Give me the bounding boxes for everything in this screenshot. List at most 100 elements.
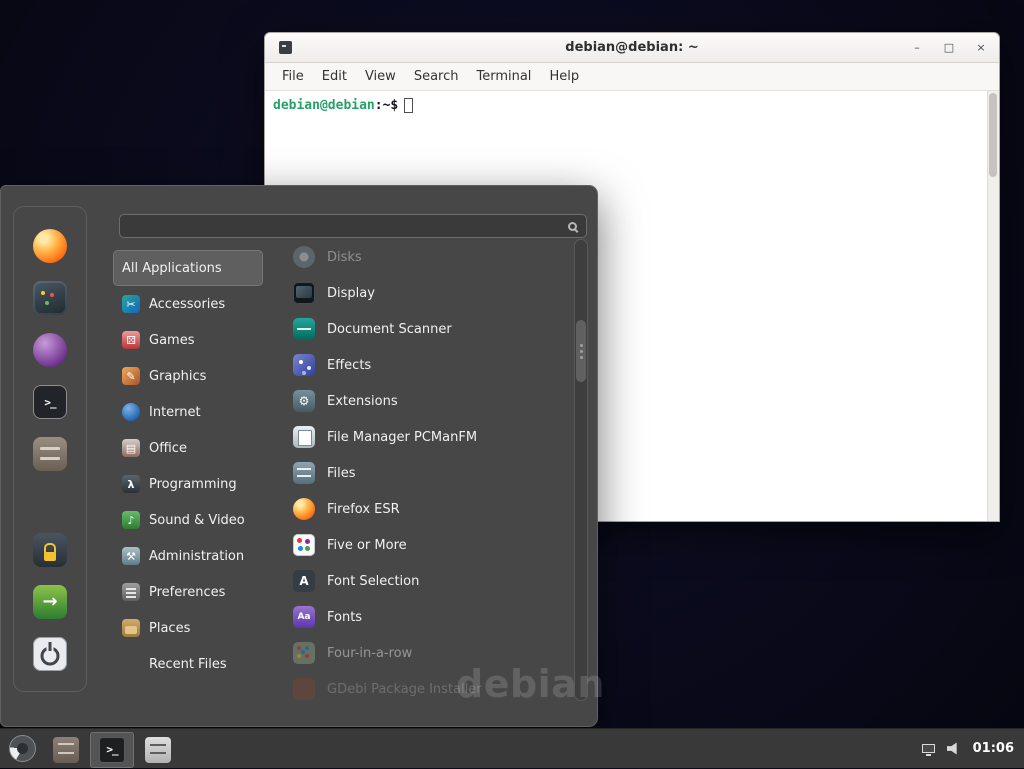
fonts-icon: Aa [293,606,315,628]
menu-search-box[interactable] [119,214,587,238]
prompt-path: :~$ [375,98,398,113]
category-item[interactable]: ▤ Office [113,430,263,466]
terminal-scrollbar[interactable] [987,91,999,521]
favorite-app[interactable] [27,275,73,321]
font-selection-icon: A [293,570,315,592]
application-menu: >_ → All Applications ✂ [0,185,598,727]
firefox-icon [293,498,315,520]
category-label: Programming [149,477,237,492]
menu-button[interactable] [0,729,44,769]
terminal-icon: >_ [33,385,67,419]
volume-icon[interactable] [947,742,961,755]
category-label: Internet [149,405,201,420]
application-item[interactable]: Disks [285,239,569,275]
graphics-icon: ✎ [122,367,140,385]
menu-logo-icon [9,735,36,762]
session-button[interactable] [27,631,73,677]
favorite-app[interactable]: >_ [27,379,73,425]
system-tray: 01:06 [922,741,1024,756]
files-launcher-icon [145,737,171,763]
terminal-titlebar[interactable]: debian@debian: ~ –□× [265,33,999,63]
taskbar-launchers: >_ [44,729,180,768]
preferences-icon [122,583,140,601]
application-item[interactable]: File Manager PCManFM [285,419,569,455]
application-item[interactable]: Five or More [285,527,569,563]
favorite-app[interactable] [27,431,73,477]
category-item[interactable]: Recent Files [113,646,263,682]
taskbar-launcher[interactable] [136,732,180,768]
accessories-icon: ✂ [122,295,140,313]
category-item[interactable]: Places [113,610,263,646]
five-or-more-icon [293,534,315,556]
category-list: All Applications ✂ Accessories ⚄ Games ✎… [113,250,263,682]
document-scanner-icon [293,318,315,340]
terminal-menu-item[interactable]: Search [405,65,468,88]
category-item[interactable]: ✎ Graphics [113,358,263,394]
clock[interactable]: 01:06 [973,741,1014,756]
category-label: Administration [149,549,244,564]
maximize-button[interactable]: □ [941,41,957,54]
category-item[interactable]: ♪ Sound & Video [113,502,263,538]
application-item[interactable]: Files [285,455,569,491]
category-item[interactable]: ⚒ Administration [113,538,263,574]
display-icon [293,282,315,304]
terminal-menu-item[interactable]: View [356,65,405,88]
session-button[interactable]: → [27,579,73,625]
application-label: Five or More [327,538,407,553]
pcmanfm-icon [293,426,315,448]
application-item[interactable]: Firefox ESR [285,491,569,527]
category-item[interactable]: ⚄ Games [113,322,263,358]
favorite-app[interactable] [27,223,73,269]
category-item[interactable]: Internet [113,394,263,430]
category-item[interactable]: All Applications [113,250,263,286]
category-label: Games [149,333,194,348]
files-icon [293,462,315,484]
terminal-menubar: FileEditViewSearchTerminalHelp [265,63,999,91]
logout-icon: → [33,585,67,619]
category-label: All Applications [122,261,222,276]
favorites-list: >_ [27,223,73,483]
application-label: File Manager PCManFM [327,430,477,445]
photos-icon [33,281,67,315]
application-label: Firefox ESR [327,502,400,517]
close-button[interactable]: × [973,41,989,54]
session-buttons: → [27,521,73,677]
terminal-menu-item[interactable]: Edit [313,65,356,88]
application-item[interactable]: Document Scanner [285,311,569,347]
application-item[interactable]: Effects [285,347,569,383]
application-label: Display [327,286,375,301]
sound-video-icon: ♪ [122,511,140,529]
network-icon[interactable] [922,744,935,753]
category-item[interactable]: λ Programming [113,466,263,502]
taskbar-launcher[interactable] [44,732,88,768]
terminal-menu-item[interactable]: File [273,65,313,88]
menu-scrollbar-handle[interactable] [576,320,586,382]
application-label: Fonts [327,610,362,625]
application-item[interactable]: A Font Selection [285,563,569,599]
minimize-button[interactable]: – [909,41,925,54]
terminal-menu-item[interactable]: Help [540,65,588,88]
category-label: Recent Files [149,657,227,672]
terminal-launcher-icon: >_ [99,737,125,763]
category-item[interactable]: ✂ Accessories [113,286,263,322]
application-item[interactable]: ⚙ Extensions [285,383,569,419]
category-label: Places [149,621,190,636]
application-label: Disks [327,250,362,265]
category-item[interactable]: Preferences [113,574,263,610]
menu-scrollbar[interactable] [574,239,588,701]
office-icon: ▤ [122,439,140,457]
application-item[interactable]: Aa Fonts [285,599,569,635]
terminal-scrollbar-handle[interactable] [989,93,997,177]
effects-icon [293,354,315,376]
terminal-menu-item[interactable]: Terminal [467,65,540,88]
disks-icon [293,246,315,268]
terminal-window-icon [279,41,292,54]
search-input[interactable] [129,215,568,237]
prompt-user: debian@debian [273,98,375,113]
search-icon [568,222,577,231]
application-item[interactable]: Display [285,275,569,311]
favorite-app[interactable] [27,327,73,373]
session-button[interactable] [27,527,73,573]
lock-screen-icon [33,533,67,567]
taskbar-launcher[interactable]: >_ [90,732,134,768]
